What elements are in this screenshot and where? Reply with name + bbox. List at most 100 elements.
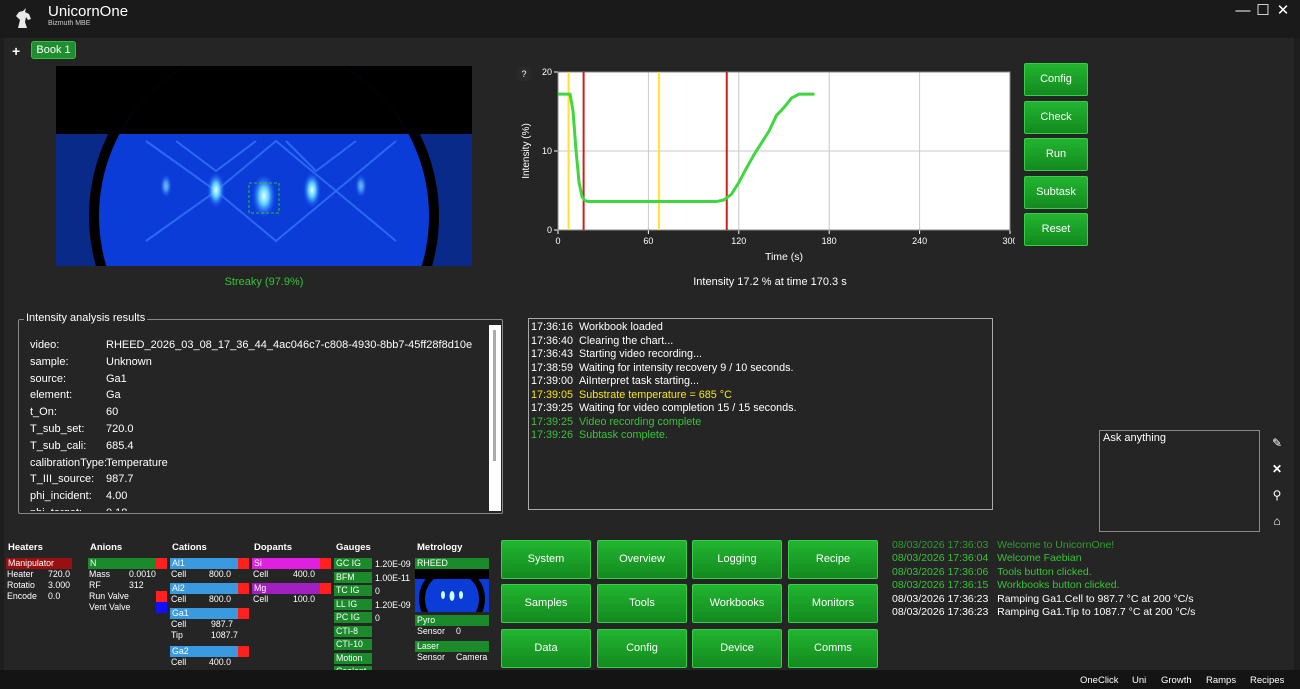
result-key: phi_incident:: [30, 490, 92, 503]
ask-input[interactable]: Ask anything: [1099, 430, 1260, 532]
gauge-cti-8[interactable]: CTI-8: [334, 625, 372, 637]
gauge-motion[interactable]: Motion: [334, 652, 372, 664]
result-key: video:: [30, 339, 60, 351]
y-axis-label: Intensity (%): [521, 123, 532, 179]
ga2-cell-label: Cell: [171, 657, 187, 667]
check-button[interactable]: Check: [1024, 101, 1088, 134]
result-key: T_sub_set:: [30, 422, 85, 435]
samples-nav-button[interactable]: Samples: [501, 584, 591, 623]
run-valve-label[interactable]: Run Valve: [89, 591, 129, 601]
run-button[interactable]: Run: [1024, 138, 1088, 171]
y-tick-label: 20: [542, 67, 552, 77]
overview-nav-button[interactable]: Overview: [597, 540, 687, 579]
al1-bar[interactable]: Al1: [170, 558, 238, 569]
log-line: 17:39:25 Video recording complete: [531, 416, 986, 430]
pyro-sensor-label: Sensor: [417, 626, 445, 636]
laser-sensor-label: Sensor: [417, 652, 445, 662]
system-log-message: Welcome to UnicornOne!: [997, 539, 1115, 551]
result-value: Ga: [106, 389, 121, 402]
status-ramps[interactable]: Ramps: [1206, 675, 1236, 686]
result-row: t_On: 60: [30, 406, 488, 423]
ga2-bar[interactable]: Ga2: [170, 646, 238, 657]
gauge-value: 1.20E-09: [375, 599, 411, 610]
result-row: phi_target:0.18: [30, 507, 488, 511]
log-line: 17:39:00 AiInterpret task starting...: [531, 375, 986, 389]
monitors-nav-button[interactable]: Monitors: [788, 584, 878, 623]
system-nav-button[interactable]: System: [501, 540, 591, 579]
status-growth[interactable]: Growth: [1161, 675, 1192, 686]
log-message: AiInterpret task starting...: [579, 375, 700, 387]
result-row: phi_incident: 4.00: [30, 490, 488, 507]
status-uni[interactable]: Uni: [1132, 675, 1146, 686]
data-nav-button[interactable]: Data: [501, 629, 591, 668]
title-bar: [0, 0, 1300, 38]
log-line: 17:39:05 Substrate temperature = 685 °C: [531, 389, 986, 403]
system-log-message: Ramping Ga1.Cell to 987.7 °C at 200 °C/s: [997, 592, 1194, 605]
al1-indicator: [238, 558, 249, 569]
rotation-label: Rotatio: [7, 580, 35, 590]
vent-valve-label[interactable]: Vent Valve: [89, 602, 130, 612]
recipe-nav-button[interactable]: Recipe: [788, 540, 878, 579]
reset-button[interactable]: Reset: [1024, 213, 1088, 246]
intensity-chart: 0 60 120 180 240 300 0 10 20 Time (s) Intensity (%…: [517, 67, 1015, 263]
maximize-button[interactable]: ☐: [1253, 2, 1273, 20]
system-log-line: 08/03/2026 17:36:23 Ramping Ga1.Cell to …: [892, 593, 1292, 606]
result-key: sample:: [30, 355, 69, 368]
tools-nav-button[interactable]: Tools: [597, 584, 687, 623]
help-icon[interactable]: ?: [521, 69, 526, 79]
config-button[interactable]: Config: [1024, 63, 1088, 96]
tab-book-1[interactable]: Book 1: [31, 41, 76, 59]
system-log-message: Welcome Faebian: [997, 552, 1082, 565]
rheed-thumbnail[interactable]: [415, 569, 489, 612]
log-message: Waiting for intensity recovery 9 / 10 se…: [579, 361, 794, 374]
subtask-button[interactable]: Subtask: [1024, 176, 1088, 209]
gauge-bfm[interactable]: BFM: [334, 571, 372, 583]
pin-icon[interactable]: ✎: [1265, 432, 1289, 454]
close-icon[interactable]: ✕: [1265, 458, 1289, 480]
home-icon[interactable]: ⌂: [1265, 510, 1289, 532]
mg-bar[interactable]: Mg: [252, 583, 320, 594]
logging-nav-button[interactable]: Logging: [692, 540, 782, 579]
results-scroll-thumb[interactable]: [493, 330, 496, 461]
status-oneclick[interactable]: OneClick: [1080, 675, 1119, 686]
log-time: 17:39:05: [531, 388, 574, 401]
add-tab-button[interactable]: +: [12, 43, 20, 59]
log-time: 17:36:43: [531, 348, 574, 360]
config-nav-button[interactable]: Config: [597, 629, 687, 668]
al2-bar[interactable]: Al2: [170, 583, 238, 594]
gauge-gc-ig[interactable]: GC IG: [334, 558, 372, 569]
result-row: video: RHEED_2026_03_08_17_36_44_4ac046c7…: [30, 339, 488, 356]
gauge-cti-10[interactable]: CTI-10: [334, 639, 372, 650]
device-nav-button[interactable]: Device: [692, 629, 782, 668]
status-recipes[interactable]: Recipes: [1250, 675, 1284, 686]
x-tick-label: 300: [1002, 236, 1015, 246]
result-key: calibrationType:: [30, 456, 108, 469]
system-log-time: 08/03/2026 17:36:03: [892, 539, 989, 551]
rheed-bar[interactable]: RHEED: [415, 558, 489, 569]
search-icon[interactable]: ⚲: [1265, 484, 1289, 506]
dopants-title: Dopants: [254, 542, 292, 553]
laser-bar[interactable]: Laser: [415, 641, 489, 652]
encoder-value: 0.0: [48, 591, 61, 601]
manipulator-bar[interactable]: Manipulator: [6, 558, 72, 569]
result-value: 0.18: [106, 507, 127, 511]
minimize-button[interactable]: —: [1233, 2, 1253, 20]
ga2-cell-value: 400.0: [209, 657, 232, 667]
laser-sensor-value: Camera: [456, 652, 488, 662]
close-window-button[interactable]: ✕: [1273, 2, 1293, 20]
si-bar[interactable]: Si: [252, 558, 320, 569]
si-indicator: [320, 558, 331, 569]
result-row: T_III_source: 987.7: [30, 473, 488, 490]
log-time: 17:38:59: [531, 361, 574, 374]
comms-nav-button[interactable]: Comms: [788, 629, 878, 668]
ga1-bar[interactable]: Ga1: [170, 608, 238, 619]
workbooks-nav-button[interactable]: Workbooks: [692, 584, 782, 623]
gauge-value: 0: [375, 613, 380, 623]
pyro-bar[interactable]: Pyro: [415, 615, 489, 626]
mg-indicator: [320, 583, 331, 594]
gauge-pc-ig[interactable]: PC IG: [334, 612, 372, 623]
gauge-tc-ig[interactable]: TC IG: [334, 585, 372, 596]
gauge-ll-ig[interactable]: LL IG: [334, 598, 372, 610]
gauge-value: 1.20E-09: [375, 559, 411, 569]
n-source-bar[interactable]: N: [88, 558, 156, 569]
